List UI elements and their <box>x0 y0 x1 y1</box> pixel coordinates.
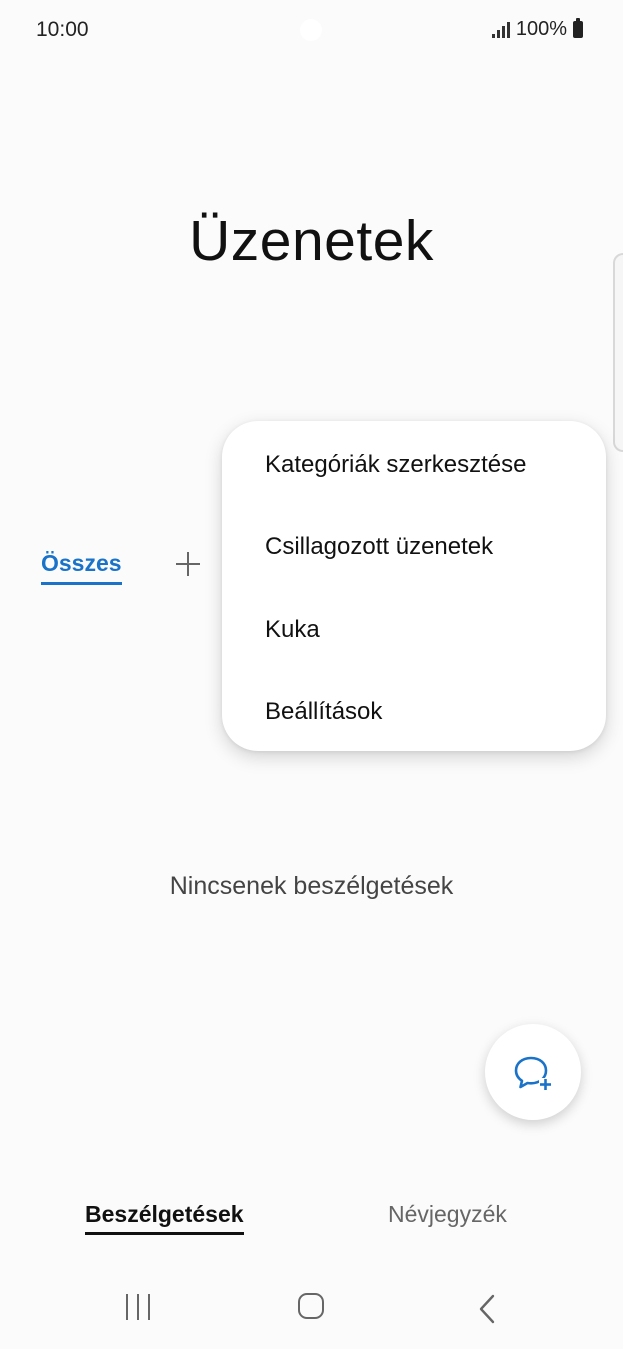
status-bar: 10:00 100% <box>0 0 623 62</box>
tab-contacts[interactable]: Névjegyzék <box>388 1201 507 1228</box>
new-message-icon <box>514 1056 552 1091</box>
status-icons: 100% <box>491 18 583 41</box>
menu-item-edit-categories[interactable]: Kategóriák szerkesztése <box>265 451 526 479</box>
menu-item-starred-messages[interactable]: Csillagozott üzenetek <box>265 533 493 561</box>
battery-percent: 100% <box>515 18 567 40</box>
menu-item-trash[interactable]: Kuka <box>265 616 320 644</box>
menu-item-settings[interactable]: Beállítások <box>265 698 382 726</box>
plus-icon[interactable] <box>172 548 204 580</box>
page-title: Üzenetek <box>189 209 434 273</box>
back-icon[interactable] <box>478 1294 496 1324</box>
home-icon[interactable] <box>298 1293 324 1319</box>
empty-state-text: Nincsenek beszélgetések <box>169 872 454 900</box>
edge-panel-handle[interactable] <box>613 253 623 452</box>
status-time: 10:00 <box>36 18 89 41</box>
tab-all[interactable]: Összes <box>41 550 122 585</box>
battery-icon <box>573 18 583 38</box>
overflow-menu: Kategóriák szerkesztése Csillagozott üze… <box>222 421 606 751</box>
recent-apps-icon[interactable] <box>124 1294 152 1320</box>
navigation-bar <box>0 1272 623 1349</box>
camera-cutout <box>300 19 322 41</box>
tab-conversations[interactable]: Beszélgetések <box>85 1201 244 1235</box>
new-message-button[interactable] <box>485 1024 581 1120</box>
signal-icon <box>491 21 510 38</box>
